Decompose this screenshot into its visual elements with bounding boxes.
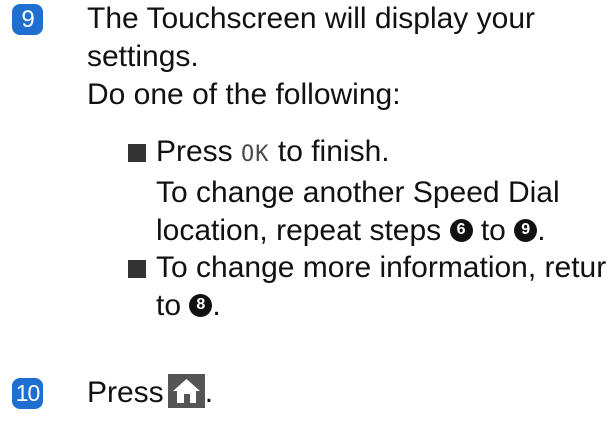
bullet-2-line-2-suffix: .: [212, 289, 221, 322]
step-10-suffix: .: [204, 376, 214, 409]
step-9-reference-icon: 9: [514, 218, 538, 242]
step-10-text: Press .: [87, 374, 213, 412]
step-8-reference-icon: 8: [189, 293, 213, 317]
bullet-1-press-prefix: Press: [156, 135, 242, 168]
bullet-1-line-3-mid: to: [472, 214, 515, 247]
step-9-line-1: The Touchscreen will display your: [87, 2, 535, 35]
bullet-1-line-3: location, repeat steps 6 to 9.: [156, 212, 560, 250]
bullet-2-line-2: to 8.: [156, 287, 608, 325]
bullet-square-icon: [128, 144, 146, 162]
bullet-1-line-1: Press OK to finish.: [156, 133, 560, 174]
bullet-1-line-3-suffix: .: [537, 214, 546, 247]
step-9-text: The Touchscreen will display your settin…: [87, 0, 535, 114]
step-9-number: 9: [21, 5, 34, 33]
step-9-line-3: Do one of the following:: [87, 78, 401, 111]
bullet-1-line-2: To change another Speed Dial: [156, 176, 560, 209]
step-9-badge: 9: [12, 4, 43, 35]
bullet-2-line-2-prefix: to: [156, 289, 190, 322]
step-9-line-2: settings.: [87, 40, 199, 73]
step-6-reference-icon: 6: [449, 218, 473, 242]
bullet-2-text: To change more information, return to 8.: [156, 249, 608, 325]
step-10-label: Press: [87, 376, 164, 409]
bullet-1-text: Press OK to finish. To change another Sp…: [156, 133, 560, 250]
home-icon: [167, 374, 205, 409]
step-10-badge: 10: [12, 378, 43, 409]
home-icon-shape: [172, 379, 200, 404]
bullet-2-line-1: To change more information, return: [156, 251, 608, 284]
bullet-1-press-suffix: to finish.: [269, 135, 390, 168]
manual-page: 9 The Touchscreen will display your sett…: [0, 0, 608, 425]
bullet-square-icon: [128, 260, 146, 278]
ok-key-label: OK: [241, 142, 270, 167]
bullet-1-line-3-prefix: location, repeat steps: [156, 214, 450, 247]
step-10-number: 10: [15, 380, 41, 406]
